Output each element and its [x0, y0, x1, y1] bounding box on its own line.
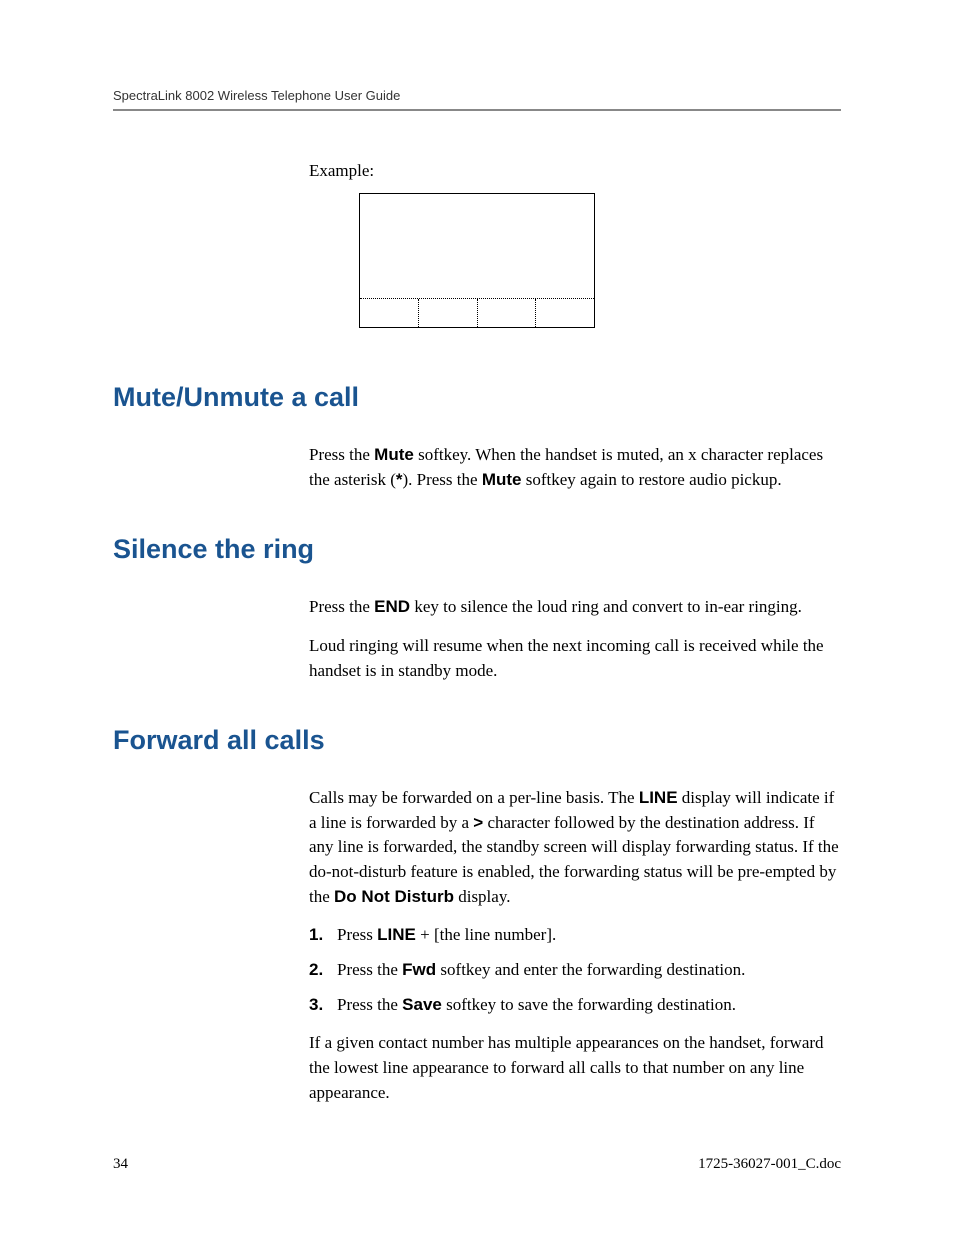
diagram-cell — [360, 299, 419, 327]
text: Press the — [309, 597, 374, 616]
text: Press the — [309, 445, 374, 464]
content-indent: Example: — [113, 161, 841, 328]
text: Press — [337, 925, 377, 944]
forward-intro: Calls may be forwarded on a per-line bas… — [309, 786, 841, 909]
step-number: 1. — [309, 923, 337, 948]
bold-save: Save — [402, 995, 442, 1014]
list-item: 1. Press LINE + [the line number]. — [309, 923, 841, 948]
section-forward: Forward all calls Calls may be forwarded… — [113, 725, 841, 1105]
silence-paragraph-1: Press the END key to silence the loud ri… — [309, 595, 841, 620]
bold-line: LINE — [639, 788, 678, 807]
step-text: Press the Fwd softkey and enter the forw… — [337, 958, 841, 983]
forward-steps: 1. Press LINE + [the line number]. 2. Pr… — [309, 923, 841, 1017]
example-label: Example: — [309, 161, 841, 181]
bold-end: END — [374, 597, 410, 616]
display-diagram — [359, 193, 841, 328]
mute-paragraph: Press the Mute softkey. When the handset… — [309, 443, 841, 492]
diagram-box — [359, 193, 595, 328]
bold-fwd: Fwd — [402, 960, 436, 979]
silence-paragraph-2: Loud ringing will resume when the next i… — [309, 634, 841, 683]
list-item: 3. Press the Save softkey to save the fo… — [309, 993, 841, 1018]
text: softkey and enter the forwarding destina… — [436, 960, 745, 979]
text: + [the line number]. — [416, 925, 556, 944]
diagram-cell — [419, 299, 478, 327]
list-item: 2. Press the Fwd softkey and enter the f… — [309, 958, 841, 983]
section-silence: Silence the ring Press the END key to si… — [113, 534, 841, 683]
diagram-softkey-row — [360, 298, 594, 327]
heading-forward: Forward all calls — [113, 725, 841, 756]
text: display. — [454, 887, 511, 906]
bold-mute: Mute — [374, 445, 414, 464]
diagram-cell — [478, 299, 537, 327]
text: Calls may be forwarded on a per-line bas… — [309, 788, 639, 807]
forward-outro: If a given contact number has multiple a… — [309, 1031, 841, 1105]
heading-mute: Mute/Unmute a call — [113, 382, 841, 413]
step-number: 3. — [309, 993, 337, 1018]
bold-gt: > — [473, 813, 483, 832]
text: key to silence the loud ring and convert… — [410, 597, 802, 616]
step-text: Press the Save softkey to save the forwa… — [337, 993, 841, 1018]
page-footer: 34 1725-36027-001_C.doc — [113, 1156, 841, 1173]
heading-silence: Silence the ring — [113, 534, 841, 565]
diagram-cell — [536, 299, 594, 327]
text: softkey to save the forwarding destinati… — [442, 995, 736, 1014]
section-mute: Mute/Unmute a call Press the Mute softke… — [113, 382, 841, 492]
bold-dnd: Do Not Disturb — [334, 887, 454, 906]
text: Press the — [337, 960, 402, 979]
step-number: 2. — [309, 958, 337, 983]
text: softkey again to restore audio pickup. — [521, 470, 781, 489]
diagram-top-area — [360, 194, 594, 298]
page-container: SpectraLink 8002 Wireless Telephone User… — [0, 0, 954, 1105]
bold-mute: Mute — [482, 470, 522, 489]
running-header: SpectraLink 8002 Wireless Telephone User… — [113, 88, 841, 103]
header-rule — [113, 109, 841, 111]
doc-reference: 1725-36027-001_C.doc — [698, 1156, 841, 1173]
bold-line: LINE — [377, 925, 416, 944]
text: Press the — [337, 995, 402, 1014]
page-number: 34 — [113, 1156, 128, 1173]
step-text: Press LINE + [the line number]. — [337, 923, 841, 948]
text: ). Press the — [402, 470, 481, 489]
